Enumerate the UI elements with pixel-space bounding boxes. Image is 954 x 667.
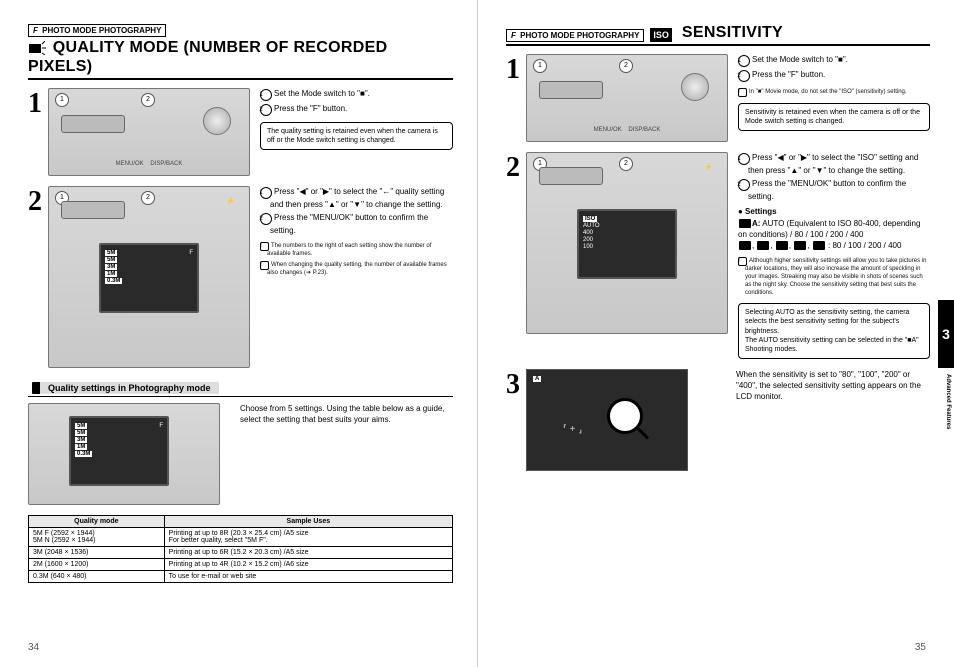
step-2-text: 1Press "◀" or "▶" to select the "ISO" se…: [738, 152, 930, 359]
subhead-text: Quality settings in Photography mode: [32, 382, 219, 394]
step-number: 1: [506, 56, 526, 84]
step-1-right: 1 12 MENU/OK DISP/BACK 1Set the Mode swi…: [506, 54, 930, 142]
th-mode: Quality mode: [29, 515, 165, 527]
table-row: 3M (2048 × 1536)Printing at up to 6R (15…: [29, 546, 453, 558]
manual-spread: F PHOTO MODE PHOTOGRAPHY QUALITY MODE (N…: [0, 0, 954, 667]
title-bar-left: QUALITY MODE (NUMBER OF RECORDED PIXELS): [28, 39, 453, 80]
chapter-tab: 3: [938, 300, 954, 368]
step-2-text: 1Press "◀" or "▶" to select the "←" qual…: [260, 186, 453, 280]
quality-title-icon: [28, 41, 46, 58]
auto-badge-icon: A: [533, 376, 541, 382]
lcd-illustration: A ⸢ + ⸥: [526, 369, 688, 471]
note-text: In "■" Movie mode, do not set the "ISO" …: [749, 89, 907, 95]
chapter-tab-label: Advanced Features: [945, 374, 951, 429]
step1b: Press the "F" button.: [752, 70, 825, 79]
step-number: 2: [506, 154, 526, 182]
settings-heading: ● Settings: [738, 206, 930, 217]
step-2-right: 2 12 ⚡ ISO AUTO 400 200 100 1Press "◀" o…: [506, 152, 930, 359]
table-row: 0.3M (640 × 480)To use for e-mail or web…: [29, 570, 453, 582]
mode-tag-right: F PHOTO MODE PHOTOGRAPHY: [506, 29, 644, 42]
step-number: 3: [506, 371, 526, 399]
step-2-illustration: 12 ⚡ ISO AUTO 400 200 100: [526, 152, 728, 334]
step2a: Press "◀" or "▶" to select the "ISO" set…: [748, 153, 918, 175]
step2a: Press "◀" or "▶" to select the "←" quali…: [270, 187, 444, 209]
scene-icon: [794, 241, 806, 250]
magnifier-icon: [607, 398, 643, 434]
step-1-text: 1Set the Mode switch to "■". 2Press the …: [260, 88, 453, 150]
settings-auto-line: A: AUTO (Equivalent to ISO 80-400, depen…: [738, 218, 930, 240]
mode-tag-left: F PHOTO MODE PHOTOGRAPHY: [28, 24, 166, 37]
step-3-right: 3 A ⸢ + ⸥ When the sensitivity is set to…: [506, 369, 930, 471]
step1b: Press the "F" button.: [274, 104, 347, 113]
note1: Although higher sensitivity settings wil…: [745, 258, 926, 295]
step-number: 1: [28, 90, 48, 118]
th-uses: Sample Uses: [164, 515, 452, 527]
page-right: F PHOTO MODE PHOTOGRAPHY ISO SENSITIVITY…: [477, 0, 954, 667]
subheading: Quality settings in Photography mode: [28, 380, 453, 397]
step-2-illustration: 12 ⚡ 5MF 5M 3M 1M 0.3M: [48, 186, 250, 368]
page-left: F PHOTO MODE PHOTOGRAPHY QUALITY MODE (N…: [0, 0, 477, 667]
scene-icon: [776, 241, 788, 250]
step1-note: !In "■" Movie mode, do not set the "ISO"…: [738, 88, 930, 97]
step-number: 2: [28, 188, 48, 216]
step-1-text: 1Set the Mode switch to "■". 2Press the …: [738, 54, 930, 131]
iso-icon: ISO: [650, 28, 672, 42]
f-icon: F: [511, 31, 516, 40]
scene-icon: [739, 241, 751, 250]
settings-icons-line: , , , , : 80 / 100 / 200 / 400: [738, 240, 930, 251]
quality-settings-block: 5MF 5M 3M 1M 0.3M Choose from 5 settings…: [28, 403, 453, 505]
step2-notes: !The numbers to the right of each settin…: [260, 242, 453, 278]
mode-tag-text: PHOTO MODE PHOTOGRAPHY: [520, 31, 639, 40]
scene-icon: [757, 241, 769, 250]
quality-screen-illustration: 5MF 5M 3M 1M 0.3M: [28, 403, 220, 505]
table-row: 2M (1600 × 1200)Printing at up to 4R (10…: [29, 558, 453, 570]
step-1-illustration: 12 MENU/OK DISP/BACK: [526, 54, 728, 142]
quality-table: Quality mode Sample Uses 5M F (2592 × 19…: [28, 515, 453, 583]
step1-callout: Sensitivity is retained even when the ca…: [738, 103, 930, 131]
page-number-left: 34: [28, 642, 39, 653]
mode-tag-text: PHOTO MODE PHOTOGRAPHY: [42, 26, 161, 35]
step1a: Set the Mode switch to "■".: [752, 55, 848, 64]
page-title-left: QUALITY MODE (NUMBER OF RECORDED PIXELS): [28, 39, 387, 75]
subtext: Choose from 5 settings. Using the table …: [240, 403, 453, 505]
step-1-illustration: 12 MENU/OK DISP/BACK: [48, 88, 250, 176]
step2-callout: Selecting AUTO as the sensitivity settin…: [738, 303, 930, 358]
crosshair-icon: ⸢ + ⸥: [563, 424, 582, 435]
camera-auto-icon: [739, 219, 751, 228]
note1: The numbers to the right of each setting…: [267, 243, 431, 257]
step2-notes: !Although higher sensitivity settings wi…: [738, 257, 930, 297]
scene-icon: [813, 241, 825, 250]
f-icon: F: [33, 26, 38, 35]
note2: When changing the quality setting, the n…: [267, 262, 447, 276]
step1-callout: The quality setting is retained even whe…: [260, 122, 453, 150]
quality-table-body: 5M F (2592 × 1944) 5M N (2592 × 1944)Pri…: [29, 527, 453, 582]
table-row: 5M F (2592 × 1944) 5M N (2592 × 1944)Pri…: [29, 527, 453, 546]
step2b: Press the "MENU/OK" button to confirm th…: [748, 179, 906, 201]
step2b: Press the "MENU/OK" button to confirm th…: [270, 213, 428, 235]
step-3-text: When the sensitivity is set to "80", "10…: [736, 369, 930, 403]
page-number-right: 35: [915, 642, 926, 653]
step-1-left: 1 12 MENU/OK DISP/BACK 1Set the Mode swi…: [28, 88, 453, 176]
step-2-left: 2 12 ⚡ 5MF 5M 3M 1M 0.3M 1Press "◀" or "…: [28, 186, 453, 368]
step1a: Set the Mode switch to "■".: [274, 89, 370, 98]
tab-number: 3: [942, 326, 950, 342]
title-bar-right: F PHOTO MODE PHOTOGRAPHY ISO SENSITIVITY: [506, 24, 930, 46]
page-title-right: SENSITIVITY: [682, 24, 783, 42]
